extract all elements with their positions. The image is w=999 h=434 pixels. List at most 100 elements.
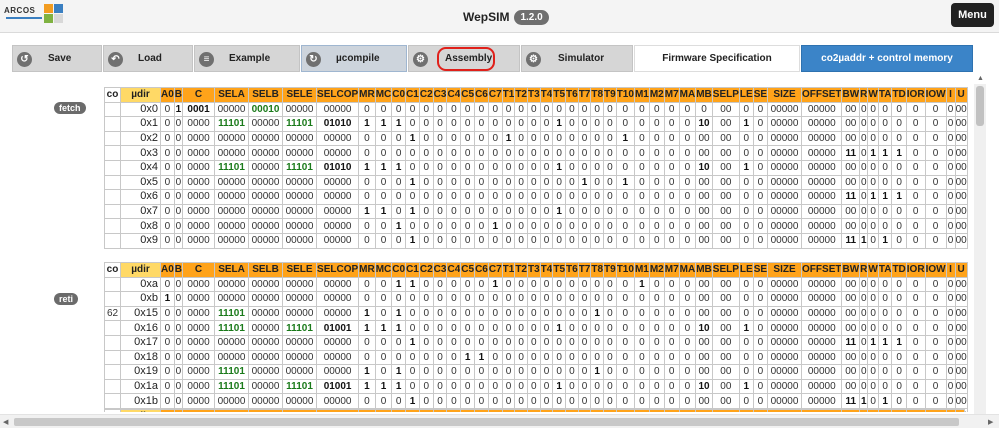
column-header: A0 [160,262,175,278]
column-header: OFFSET [801,262,843,278]
table-cell: 0 [514,393,528,409]
compile-button[interactable]: ↻ µcompile [301,45,407,72]
save-button[interactable]: ↺ Save [12,45,102,72]
table-row[interactable]: 0x6 0 0 0000 00000 00000 00000 00000 0 0 0 0 0 0 0 0 0 0 0… [104,189,968,205]
table-cell: 0 [603,189,617,205]
table-cell: 0 [678,378,697,395]
table-cell: 0 [924,378,947,395]
table-cell: 0000 [182,174,216,191]
table-cell: 0 [678,349,697,366]
column-header: MC [374,87,393,103]
table-cell: 00000 [214,276,250,293]
table-row[interactable]: 0x1b 0 0 0000 00000 00000 00000 00000 0 0 0 1 0 0 0 0 0 0… [104,393,968,409]
table-cell: 0 [678,101,697,118]
table-cell: 00000 [282,393,318,409]
column-header: SELE [282,87,318,103]
table-row[interactable]: 0x2 0 0 0000 00000 00000 00000 00000 0 0 0 1 0 0 0 0 0 0 1… [104,130,968,147]
scroll-right-icon[interactable]: ▶ [988,418,993,426]
table-row[interactable]: 0xa 0 0 0000 00000 00000 00000 00000 0 0 1 1 0 0 0 0 0 1 0… [104,276,968,293]
menu-button[interactable]: Menu [951,3,994,27]
table-cell: 00000 [214,203,250,220]
table-cell: 00000 [248,130,284,147]
table-cell: 0 [160,364,175,380]
table-cell: 0 [432,174,448,191]
table-cell: 0 [577,291,592,307]
table-row[interactable]: 0x4 0 0 0000 11101 00000 11101 01010 1 1 1 0 0 0 0 0 0 0 0… [104,159,968,176]
vertical-scrollbar[interactable]: ▲ [974,75,986,414]
table-cell: 0 [577,364,592,380]
table-cell: 0x15 [120,305,161,322]
table-cell: 0 [924,218,947,234]
table-cell: 0 [552,393,567,409]
table-row[interactable]: 0x17 0 0 0000 00000 00000 00000 00000 0 0 0 1 0 0 0 0 0 0… [104,334,968,351]
table-cell: 1 [859,232,869,249]
scroll-up-icon[interactable]: ▲ [977,75,984,82]
scroll-left-icon[interactable]: ◀ [3,418,8,426]
table-cell: 0000 [182,349,216,366]
table-row[interactable]: 0x5 0 0 0000 00000 00000 00000 00000 0 0 0 1 0 0 0 0 0 0 0… [104,174,968,191]
table-row[interactable]: 62 0x15 0 0 0000 11101 00000 00000 00000 1 0 1 0 0 0 0 0… [104,305,968,322]
table-cell: 1 [374,203,393,220]
table-cell: 0 [945,334,956,351]
table-row[interactable]: 0x16 0 0 0000 11101 00000 11101 01001 1 1 1 0 0 0 0 0 0 0… [104,320,968,336]
table-cell: 1 [891,334,907,351]
table-cell: 0 [460,378,476,395]
table-cell: 0 [891,305,907,322]
table-cell: 11101 [282,320,318,336]
control-memory-tab[interactable]: co2µaddr + control memory [801,45,973,72]
table-row[interactable]: 0x1a 0 0 0000 11101 00000 11101 01001 1 1 1 0 0 0 0 0 0 0… [104,378,968,395]
table-cell: 1 [358,305,376,322]
firmware-spec-tab[interactable]: Firmware Specification [634,45,800,72]
table-cell: 0 [487,203,503,220]
table-cell: 0 [752,130,769,147]
table-cell: 0 [374,174,393,191]
table-row[interactable]: 0x9 0 0 0000 00000 00000 00000 00000 0 0 0 1 0 0 0 0 0 0 0… [104,232,968,249]
table-row[interactable]: 0x0 0 1 0001 00000 00010 00000 00000 0 0 0 0 0 0 0 0 0 0 0… [104,101,968,118]
table-cell [104,364,121,380]
table-row[interactable]: 0xb 1 0 0000 00000 00000 00000 00000 0 0 0 0 0 0 0 0 0 0 0… [104,291,968,307]
table-cell: 0 [446,334,462,351]
table-row[interactable]: 0x18 0 0 0000 00000 00000 00000 00000 0 0 0 0 0 0 0 1 1 0… [104,349,968,366]
table-cell: 0 [552,189,567,205]
table-cell: 00000 [801,174,843,191]
horizontal-scrollbar[interactable]: ◀ ▶ [0,414,999,428]
column-header: T9 [603,87,617,103]
table-cell: 0 [405,320,420,336]
table-cell: 0 [418,159,434,176]
table-row[interactable]: 0x1 0 0 0000 11101 00000 11101 01010 1 1 1 0 0 0 0 0 0 0 0… [104,116,968,132]
table-cell [104,291,121,307]
table-cell: 0 [648,203,665,220]
table-cell: 1 [160,291,175,307]
table-cell: 0 [160,334,175,351]
table-cell: 0 [859,349,869,366]
table-cell: 0 [752,218,769,234]
simulator-button[interactable]: ⚙ Simulator [521,45,633,72]
table-cell: 0 [432,291,448,307]
table-cell: 0 [418,145,434,161]
table-cell: 0 [160,159,175,176]
load-button[interactable]: ↶ Load [103,45,193,72]
table-cell: 0 [891,320,907,336]
table-row[interactable]: 0x19 0 0 0000 11101 00000 00000 00000 1 0 1 0 0 0 0 0 0 0… [104,364,968,380]
table-cell: 00000 [801,218,843,234]
table-cell: 0 [460,393,476,409]
horizontal-scroll-thumb[interactable] [14,418,959,426]
table-cell: 0 [391,130,407,147]
table-row[interactable]: 0x3 0 0 0000 00000 00000 00000 00000 0 0 0 0 0 0 0 0 0 0 0… [104,145,968,161]
table-cell: 0 [867,232,879,249]
example-button[interactable]: ≡ Example [194,45,300,72]
table-row[interactable]: 0x7 0 0 0000 00000 00000 00000 00000 1 1 0 1 0 0 0 0 0 0 0… [104,203,968,220]
table-cell: 0 [577,378,592,395]
table-row[interactable]: 0x8 0 0 0000 00000 00000 00000 00000 0 0 1 0 0 0 0 0 0 1 0… [104,218,968,234]
table-cell: 0 [446,276,462,293]
vertical-scroll-thumb[interactable] [976,86,984,126]
table-cell: 0 [474,378,489,395]
table-cell: 0 [752,189,769,205]
table-cell: 00 [711,276,740,293]
table-cell: 0 [432,189,448,205]
table-cell: 0 [945,305,956,322]
table-cell: 0 [877,276,893,293]
table-cell: 0 [160,320,175,336]
table-cell: 0 [501,364,516,380]
table-cell: 0 [405,145,420,161]
